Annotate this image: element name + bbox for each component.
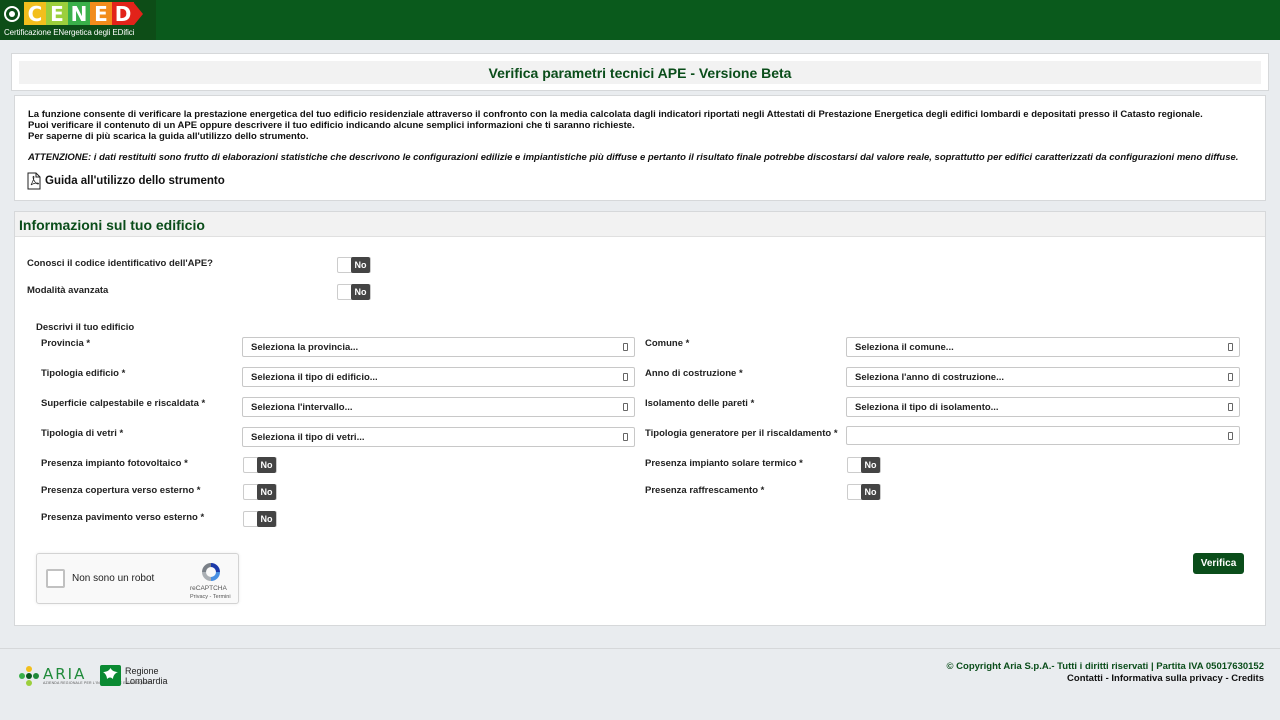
footer: ARIA AZIENDA REGIONALE PER L'INNOVAZIONE… — [0, 648, 1280, 706]
arrow-icon — [134, 2, 143, 25]
superficie-select[interactable]: Seleziona l'intervallo... — [242, 397, 635, 417]
generatore-label: Tipologia generatore per il riscaldament… — [645, 428, 838, 439]
guide-download-link[interactable]: Guida all'utilizzo dello strumento — [27, 172, 225, 190]
select-arrow-icon — [1228, 373, 1233, 381]
title-card: Verifica parametri tecnici APE - Version… — [11, 53, 1269, 91]
copertura-label: Presenza copertura verso esterno * — [41, 485, 201, 496]
logo-subtitle: Certificazione ENergetica degli EDifici — [4, 28, 135, 37]
toggle-state: No — [351, 257, 370, 273]
provincia-label: Provincia * — [41, 338, 91, 349]
provincia-select[interactable]: Seleziona la provincia... — [242, 337, 635, 357]
regione-lombardia-icon — [100, 665, 121, 686]
logo-letter-c: C — [24, 2, 46, 26]
pavimento-label: Presenza pavimento verso esterno * — [41, 512, 205, 523]
isolamento-label: Isolamento delle pareti * — [645, 398, 755, 409]
comune-select[interactable]: Seleziona il comune... — [846, 337, 1240, 357]
footer-link-credits[interactable]: Credits — [1231, 673, 1264, 684]
solare-termico-toggle[interactable]: No — [847, 457, 881, 473]
superficie-placeholder: Seleziona l'intervallo... — [251, 402, 353, 413]
tipologia-edificio-select[interactable]: Seleziona il tipo di edificio... — [242, 367, 635, 387]
toggle-state: No — [861, 484, 880, 500]
select-arrow-icon — [623, 343, 628, 351]
pavimento-toggle[interactable]: No — [243, 511, 277, 527]
region-line1: Regione — [125, 665, 159, 676]
raffrescamento-label: Presenza raffrescamento * — [645, 485, 765, 496]
comune-label: Comune * — [645, 338, 690, 349]
advanced-mode-toggle[interactable]: No — [337, 284, 371, 300]
know-ape-code-label: Conosci il codice identificativo dell'AP… — [27, 258, 213, 269]
verify-button[interactable]: Verifica — [1193, 553, 1244, 574]
page-title: Verifica parametri tecnici APE - Version… — [488, 64, 792, 81]
anno-costruzione-select[interactable]: Seleziona l'anno di costruzione... — [846, 367, 1240, 387]
toggle-state: No — [257, 484, 276, 500]
select-arrow-icon — [623, 403, 628, 411]
aria-dots-icon — [19, 666, 39, 686]
tipologia-vetri-placeholder: Seleziona il tipo di vetri... — [251, 432, 365, 443]
footer-link-privacy[interactable]: Informativa sulla privacy — [1111, 673, 1222, 684]
logo-letter-e2: E — [90, 2, 112, 26]
form-section-title: Informazioni sul tuo edificio — [19, 217, 205, 233]
logo-letter-n: N — [68, 2, 90, 26]
isolamento-select[interactable]: Seleziona il tipo di isolamento... — [846, 397, 1240, 417]
logo-letter-e: E — [46, 2, 68, 26]
select-arrow-icon — [623, 373, 628, 381]
describe-building-heading: Descrivi il tuo edificio — [36, 322, 135, 333]
intro-line: Puoi verificare il contenuto di un APE o… — [28, 120, 635, 131]
toggle-state: No — [257, 511, 276, 527]
recaptcha-widget: Non sono un robot reCAPTCHA Privacy - Te… — [36, 553, 239, 604]
target-icon — [4, 5, 20, 22]
intro-line: Per saperne di più scarica la guida all'… — [28, 131, 309, 142]
comune-placeholder: Seleziona il comune... — [855, 342, 954, 353]
anno-costruzione-placeholder: Seleziona l'anno di costruzione... — [855, 372, 1005, 383]
footer-info: © Copyright Aria S.p.A.- Tutti i diritti… — [947, 661, 1264, 685]
intro-line: La funzione consente di verificare la pr… — [28, 109, 1203, 120]
recaptcha-label: Non sono un robot — [72, 573, 155, 584]
region-line2: Lombardia — [125, 675, 168, 686]
tipologia-vetri-label: Tipologia di vetri * — [41, 428, 124, 439]
footer-link-contatti[interactable]: Contatti — [1067, 673, 1103, 684]
footer-separator: - — [1222, 673, 1232, 684]
tipologia-edificio-placeholder: Seleziona il tipo di edificio... — [251, 372, 378, 383]
footer-links: Contatti - Informativa sulla privacy - C… — [947, 673, 1264, 685]
logo-letter-d: D — [112, 2, 134, 26]
raffrescamento-toggle[interactable]: No — [847, 484, 881, 500]
advanced-mode-label: Modalità avanzata — [27, 285, 109, 296]
tipologia-edificio-label: Tipologia edificio * — [41, 368, 126, 379]
toggle-state: No — [257, 457, 276, 473]
toggle-state: No — [861, 457, 880, 473]
recaptcha-links[interactable]: Privacy - Termini — [190, 594, 231, 600]
intro-warning: ATTENZIONE: i dati restituiti sono frutt… — [28, 152, 1239, 163]
anno-costruzione-label: Anno di costruzione * — [645, 368, 743, 379]
fotovoltaico-label: Presenza impianto fotovoltaico * — [41, 458, 188, 469]
recaptcha-brand: reCAPTCHA — [190, 585, 227, 592]
solare-termico-label: Presenza impianto solare termico * — [645, 458, 803, 469]
regione-lombardia-logo[interactable]: Regione Lombardia — [100, 665, 168, 686]
provincia-placeholder: Seleziona la provincia... — [251, 342, 359, 353]
select-arrow-icon — [1228, 343, 1233, 351]
recaptcha-checkbox[interactable] — [46, 569, 65, 588]
select-arrow-icon — [1228, 403, 1233, 411]
toggle-state: No — [351, 284, 370, 300]
isolamento-placeholder: Seleziona il tipo di isolamento... — [855, 402, 999, 413]
pdf-file-icon — [27, 172, 41, 190]
intro-card: La funzione consente di verificare la pr… — [14, 95, 1266, 201]
title-bar: Verifica parametri tecnici APE - Version… — [19, 61, 1261, 84]
copertura-toggle[interactable]: No — [243, 484, 277, 500]
generatore-select[interactable] — [846, 426, 1240, 445]
superficie-label: Superficie calpestabile e riscaldata * — [41, 398, 206, 409]
intro-text: La funzione consente di verificare la pr… — [28, 109, 1203, 142]
fotovoltaico-toggle[interactable]: No — [243, 457, 277, 473]
top-bar: C E N E D Certificazione ENergetica degl… — [0, 0, 1280, 40]
recaptcha-icon — [202, 563, 220, 581]
form-header: Informazioni sul tuo edificio — [15, 212, 1265, 237]
know-ape-code-toggle[interactable]: No — [337, 257, 371, 273]
building-form: Informazioni sul tuo edificio Conosci il… — [14, 211, 1266, 626]
select-arrow-icon — [1228, 432, 1233, 440]
cened-logo[interactable]: C E N E D Certificazione ENergetica degl… — [0, 0, 156, 40]
select-arrow-icon — [623, 433, 628, 441]
tipologia-vetri-select[interactable]: Seleziona il tipo di vetri... — [242, 427, 635, 447]
cened-logo-mark: C E N E D — [4, 2, 143, 26]
guide-link-label: Guida all'utilizzo dello strumento — [45, 175, 225, 187]
copyright-text: © Copyright Aria S.p.A.- Tutti i diritti… — [946, 661, 1264, 672]
